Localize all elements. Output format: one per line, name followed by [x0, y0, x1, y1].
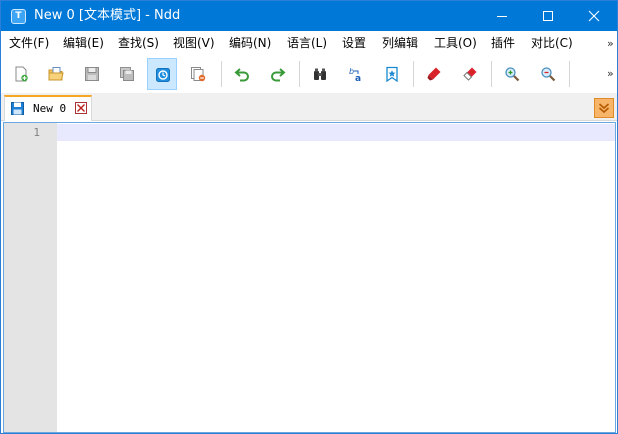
open-folder-icon — [48, 67, 64, 81]
bookmark-icon — [386, 66, 398, 82]
text-editor[interactable]: 1 — [3, 122, 616, 433]
menu-view[interactable]: 视图(V) — [173, 36, 215, 50]
toolbar-separator — [299, 61, 300, 87]
svg-text:b: b — [349, 67, 354, 76]
save-icon — [85, 67, 99, 81]
zoom-in-button[interactable] — [497, 58, 527, 90]
auto-save-icon — [156, 68, 170, 82]
save-all-icon — [120, 67, 134, 81]
close-file-button[interactable] — [183, 58, 213, 90]
zoom-out-button[interactable] — [533, 58, 563, 90]
menu-edit[interactable]: 编辑(E) — [63, 36, 104, 50]
new-file-button[interactable] — [6, 58, 36, 90]
mark-button[interactable] — [419, 58, 449, 90]
tab-close-button[interactable] — [75, 102, 87, 114]
save-icon — [11, 102, 24, 115]
undo-button[interactable] — [227, 58, 257, 90]
menu-bar: 文件(F) 编辑(E) 查找(S) 视图(V) 编码(N) 语言(L) 设置 列… — [1, 31, 617, 55]
minimize-icon — [497, 16, 507, 17]
maximize-button[interactable] — [525, 1, 571, 31]
maximize-icon — [543, 11, 553, 21]
menu-plugins[interactable]: 插件 — [491, 36, 515, 50]
toolbar-overflow-button[interactable]: » — [607, 67, 614, 80]
close-icon — [77, 104, 85, 112]
clear-mark-button[interactable] — [455, 58, 485, 90]
chevron-double-down-icon — [598, 103, 610, 114]
menu-file[interactable]: 文件(F) — [9, 36, 49, 50]
menu-tools[interactable]: 工具(O) — [434, 36, 477, 50]
close-window-button[interactable] — [571, 1, 617, 31]
undo-icon — [234, 68, 249, 82]
minimize-button[interactable] — [479, 1, 525, 31]
line-number-gutter: 1 — [4, 123, 57, 432]
close-file-icon — [191, 67, 206, 82]
auto-save-button[interactable] — [147, 58, 177, 90]
title-bar[interactable]: T New 0 [文本模式] - Ndd — [1, 1, 617, 31]
find-button[interactable] — [305, 58, 335, 90]
menu-column-edit[interactable]: 列编辑 — [382, 36, 418, 50]
replace-button[interactable]: b a — [341, 58, 371, 90]
zoom-out-icon — [541, 67, 556, 82]
toolbar: b a » — [1, 55, 617, 93]
tab-label: New 0 — [33, 102, 67, 115]
tab-list-button[interactable] — [594, 98, 614, 118]
open-file-button[interactable] — [41, 58, 71, 90]
replace-icon: b a — [349, 67, 361, 82]
menu-language[interactable]: 语言(L) — [287, 36, 327, 50]
save-button[interactable] — [77, 58, 107, 90]
save-all-button[interactable] — [112, 58, 142, 90]
window-title: New 0 [文本模式] - Ndd — [34, 8, 181, 23]
menu-compare[interactable]: 对比(C) — [531, 36, 573, 50]
zoom-in-icon — [505, 67, 520, 82]
menu-search[interactable]: 查找(S) — [118, 36, 159, 50]
tab-new-0[interactable]: New 0 — [4, 95, 92, 121]
tab-bar: New 0 — [1, 93, 617, 121]
current-line-highlight — [57, 124, 615, 141]
toolbar-separator — [569, 61, 570, 87]
app-icon: T — [11, 9, 26, 24]
redo-button[interactable] — [263, 58, 293, 90]
close-icon — [588, 10, 600, 22]
menu-encoding[interactable]: 编码(N) — [229, 36, 271, 50]
line-number: 1 — [33, 126, 40, 139]
marker-icon — [427, 67, 441, 81]
eraser-icon — [463, 67, 477, 81]
toolbar-separator — [491, 61, 492, 87]
bookmark-button[interactable] — [377, 58, 407, 90]
toolbar-separator — [221, 61, 222, 87]
redo-icon — [271, 68, 286, 82]
app-window: T New 0 [文本模式] - Ndd 文件(F) 编辑(E) 查找(S) 视… — [0, 0, 618, 434]
binoculars-icon — [314, 68, 326, 80]
menu-overflow-button[interactable]: » — [607, 37, 614, 50]
new-file-icon — [15, 66, 28, 82]
menu-settings[interactable]: 设置 — [342, 36, 366, 50]
svg-text:a: a — [355, 74, 361, 82]
toolbar-separator — [413, 61, 414, 87]
